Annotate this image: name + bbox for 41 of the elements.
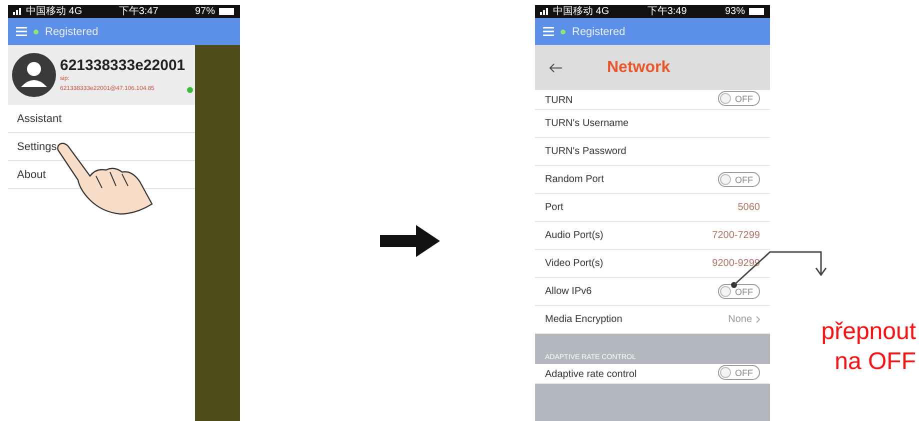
online-dot-icon	[187, 87, 193, 93]
clock-text: 下午3:47	[118, 6, 158, 16]
setting-label: Video Port(s)	[545, 258, 604, 269]
setting-label: Media Encryption	[545, 314, 622, 325]
setting-label: Port	[545, 202, 564, 213]
menu-icon[interactable]	[16, 27, 27, 36]
toggle-switch[interactable]: OFF	[718, 365, 760, 380]
chevron-right-icon	[756, 316, 760, 323]
setting-value: 7200-7299	[712, 230, 760, 241]
signal-icon	[13, 8, 22, 15]
status-dot-icon	[33, 28, 39, 34]
avatar-icon	[12, 53, 56, 97]
battery-text: 93%	[724, 6, 745, 16]
toggle-switch[interactable]: OFF	[718, 91, 760, 106]
setting-label: Random Port	[545, 174, 604, 185]
account-name: 621338333e22001	[60, 57, 186, 74]
battery-icon	[748, 8, 765, 15]
clock-text: 下午3:49	[647, 6, 687, 16]
setting-label: TURN's Username	[545, 118, 629, 129]
setting-label: Audio Port(s)	[545, 230, 604, 241]
encryption-select[interactable]: None	[728, 314, 760, 325]
battery-text: 97%	[194, 6, 215, 16]
right-arrow-icon	[380, 225, 440, 257]
signal-icon	[540, 8, 549, 15]
setting-label: TURN's Password	[545, 146, 626, 157]
registration-status: Registered	[572, 26, 626, 38]
registration-status: Registered	[45, 26, 98, 38]
carrier-text: 中国移动 4G	[26, 6, 82, 16]
toggle-switch[interactable]: OFF	[718, 172, 760, 187]
back-arrow-icon[interactable]	[549, 62, 563, 72]
screen-title: Network	[607, 58, 670, 76]
status-dot-icon	[560, 28, 566, 34]
carrier-text: 中国移动 4G	[553, 6, 610, 16]
menu-icon[interactable]	[543, 27, 554, 36]
toggle-switch[interactable]: OFF	[718, 284, 760, 299]
battery-icon	[218, 8, 235, 15]
setting-value: 5060	[738, 202, 760, 213]
setting-label: Allow IPv6	[545, 286, 592, 297]
setting-label: Adaptive rate control	[545, 369, 637, 380]
annotation-text: přepnout na OFF	[820, 317, 916, 377]
setting-label: TURN	[545, 95, 573, 106]
